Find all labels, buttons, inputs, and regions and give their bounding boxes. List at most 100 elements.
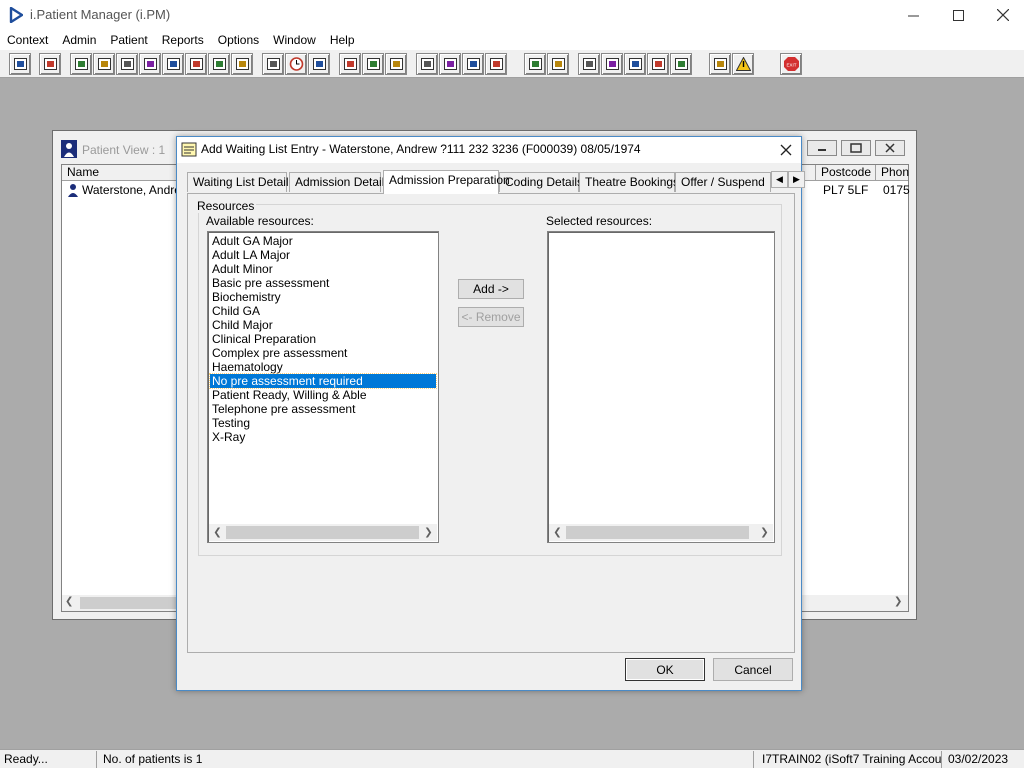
green-arrow-button[interactable] [647,53,669,75]
exit-button[interactable]: EXIT [780,53,802,75]
pv-minimize-button[interactable] [807,140,837,156]
menu-context[interactable]: Context [7,33,48,47]
maximize-button[interactable] [935,0,981,30]
list-item[interactable]: Haematology [210,360,436,374]
transfer-button[interactable] [231,53,253,75]
green-arrow-icon [651,58,665,70]
stamp-icon [489,58,503,70]
ambulance-button[interactable] [208,53,230,75]
pv-close-button[interactable] [875,140,905,156]
close-button[interactable] [980,0,1024,30]
notepad-button[interactable] [416,53,438,75]
scroll-left-icon[interactable]: ❮ [549,524,566,541]
tab-coding-details[interactable]: Coding Details [499,172,583,192]
folder-edit-icon [97,58,111,70]
swap-button[interactable] [709,53,731,75]
scroll-thumb[interactable] [226,526,419,539]
available-list-hscroll[interactable]: ❮ ❯ [209,524,437,541]
tab-theatre-bookings[interactable]: Theatre Bookings [579,172,679,192]
exit-icon: EXIT [783,57,799,71]
list-item[interactable]: Basic pre assessment [210,276,436,290]
scroll-right-icon[interactable]: ❯ [420,524,437,541]
minimize-icon [907,15,919,16]
edit-list-button[interactable] [601,53,623,75]
list-doc-button[interactable] [362,53,384,75]
scroll-right-icon[interactable]: ❯ [894,596,902,607]
tab-admission-details[interactable]: Admission Details [289,172,390,192]
warning-button[interactable] [732,53,754,75]
book-button[interactable] [70,53,92,75]
chart-doc-button[interactable] [339,53,361,75]
tab-scroll-left-button[interactable]: ◀ [771,171,788,188]
print-button[interactable] [39,53,61,75]
patient-icon [68,184,78,197]
register-button[interactable] [116,53,138,75]
app-logo-icon [9,7,23,23]
tab-scroll-right-button[interactable]: ▶ [788,171,805,188]
note-edit-icon [189,58,203,70]
list-item[interactable]: Adult GA Major [210,234,436,248]
patient-view-icon [61,140,77,158]
terminal-button[interactable] [308,53,330,75]
globe-button[interactable] [578,53,600,75]
scroll-right-icon[interactable]: ❯ [756,524,773,541]
m-button[interactable] [139,53,161,75]
column-header-phone[interactable]: Phon [876,165,909,181]
stamp-button[interactable] [485,53,507,75]
ok-button[interactable]: OK [625,658,705,681]
bar-chart-button[interactable] [547,53,569,75]
menu-options[interactable]: Options [218,33,259,47]
list-item[interactable]: X-Ray [210,430,436,444]
menu-admin[interactable]: Admin [62,33,96,47]
selected-resources-list[interactable]: ❮ ❯ [547,231,775,543]
search-doc-button[interactable] [262,53,284,75]
column-header-postcode[interactable]: Postcode [816,165,876,181]
check-list-button[interactable] [624,53,646,75]
scroll-left-icon[interactable]: ❮ [209,524,226,541]
list-item[interactable]: Biochemistry [210,290,436,304]
note-edit-button[interactable] [185,53,207,75]
list-item[interactable]: Adult Minor [210,262,436,276]
printer-button[interactable] [462,53,484,75]
scroll-left-icon[interactable]: ❮ [65,596,73,607]
menu-reports[interactable]: Reports [162,33,204,47]
available-resources-list[interactable]: ❮ ❯ Adult GA Major Adult LA Major Adult Mi… [207,231,439,543]
status-bar: Ready... No. of patients is 1 I7TRAIN02 … [0,749,1024,768]
column-header-name[interactable]: Name [62,165,182,181]
checklist-button[interactable] [439,53,461,75]
list-item[interactable]: Testing [210,416,436,430]
menu-help[interactable]: Help [330,33,355,47]
list-item[interactable]: Adult LA Major [210,248,436,262]
patient-search-button[interactable] [9,53,31,75]
selected-list-hscroll[interactable]: ❮ ❯ [549,524,773,541]
list-item[interactable]: Telephone pre assessment [210,402,436,416]
dialog-close-button[interactable] [775,140,797,160]
list-item[interactable]: Patient Ready, Willing & Able [210,388,436,402]
remove-resource-button[interactable]: <- Remove [458,307,524,327]
list-item[interactable]: Clinical Preparation [210,332,436,346]
tab-admission-preparation[interactable]: Admission Preparation [383,170,510,194]
menu-window[interactable]: Window [273,33,316,47]
compass-button[interactable] [385,53,407,75]
clock-button[interactable] [285,53,307,75]
list-item[interactable]: Child GA [210,304,436,318]
document-button[interactable] [524,53,546,75]
notepad-icon [420,58,434,70]
scroll-thumb[interactable] [566,526,749,539]
tab-offer-suspend[interactable]: Offer / Suspend [675,172,771,192]
green-check-button[interactable] [670,53,692,75]
list-item[interactable]: Complex pre assessment [210,346,436,360]
add-resource-button[interactable]: Add -> [458,279,524,299]
add-waiting-list-dialog[interactable]: Add Waiting List Entry - Waterstone, And… [176,136,805,691]
menu-patient[interactable]: Patient [110,33,147,47]
pv-restore-button[interactable] [841,140,871,156]
list-item[interactable]: No pre assessment required [209,373,437,389]
list-item[interactable]: Child Major [210,318,436,332]
doctor-button[interactable] [162,53,184,75]
folder-edit-button[interactable] [93,53,115,75]
minimize-button[interactable] [890,0,936,30]
edit-list-icon [605,58,619,70]
patient-search-icon [13,58,27,70]
tab-waiting-list-details[interactable]: Waiting List Details [187,172,295,192]
cancel-button[interactable]: Cancel [713,658,793,681]
